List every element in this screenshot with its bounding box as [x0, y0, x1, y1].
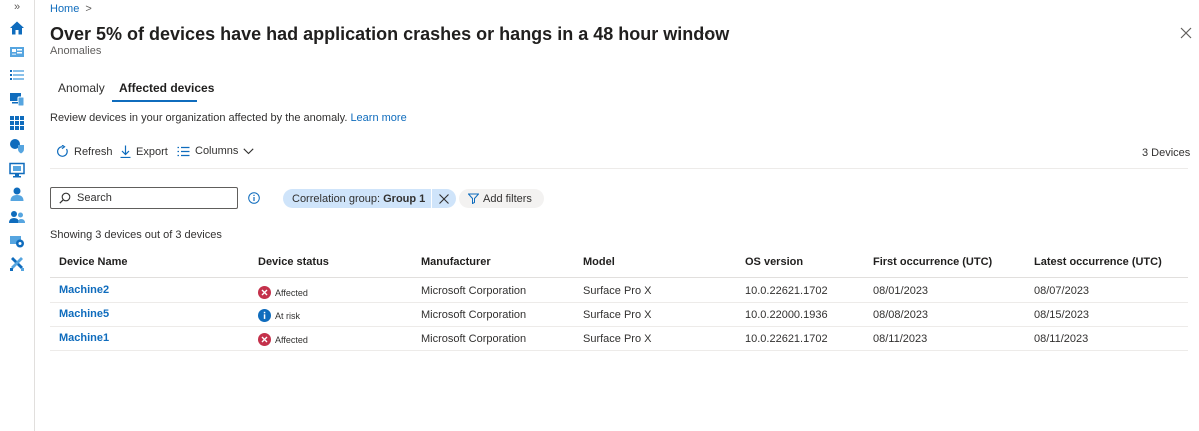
devices-icon[interactable]: [9, 91, 25, 107]
page-title: Over 5% of devices have had application …: [50, 24, 730, 44]
columns-label: Columns: [195, 145, 239, 157]
error-icon: [258, 333, 271, 346]
add-filters-label: Add filters: [483, 192, 532, 205]
os-version-cell: 10.0.22621.1702: [745, 333, 828, 345]
manufacturer-cell: Microsoft Corporation: [421, 285, 527, 297]
security-icon[interactable]: [9, 138, 25, 154]
error-icon: [258, 286, 271, 299]
chevron-down-icon: [243, 147, 254, 154]
home-icon[interactable]: [9, 20, 25, 36]
breadcrumb-separator: >: [85, 3, 92, 15]
latest-occurrence-cell: 08/11/2023: [1034, 333, 1089, 345]
table-header-divider: [50, 277, 1188, 278]
column-header-manufacturer[interactable]: Manufacturer: [421, 256, 491, 268]
device-status-label: At risk: [275, 310, 301, 321]
first-occurrence-cell: 08/11/2023: [873, 333, 928, 345]
remove-filter-icon[interactable]: [431, 189, 456, 208]
latest-occurrence-cell: 08/07/2023: [1034, 285, 1090, 297]
first-occurrence-cell: 08/01/2023: [873, 285, 929, 297]
column-header-device-status[interactable]: Device status: [258, 256, 329, 268]
toolbar-divider: [50, 168, 1188, 169]
info-status-icon: [258, 309, 271, 322]
first-occurrence-cell: 08/08/2023: [873, 309, 929, 321]
device-count: 3 Devices: [1142, 147, 1191, 159]
export-label: Export: [136, 145, 168, 158]
device-status: Affected: [258, 333, 308, 346]
results-summary: Showing 3 devices out of 3 devices: [50, 229, 222, 241]
model-cell: Surface Pro X: [583, 309, 652, 321]
columns-icon: [177, 146, 190, 156]
description: Review devices in your organization affe…: [50, 112, 407, 124]
manufacturer-cell: Microsoft Corporation: [421, 333, 527, 345]
column-header-device-name[interactable]: Device Name: [59, 256, 128, 268]
add-filters-button[interactable]: Add filters: [459, 189, 544, 208]
device-name-link[interactable]: Machine2: [59, 284, 109, 296]
device-status-label: Affected: [275, 287, 308, 298]
dashboard-icon[interactable]: [9, 44, 25, 60]
row-divider: [50, 326, 1188, 327]
filter-pill-label: Correlation group:: [292, 192, 381, 205]
column-header-model[interactable]: Model: [583, 256, 615, 268]
filter-pill-value: Group 1: [383, 192, 426, 205]
troubleshooting-icon[interactable]: [9, 256, 25, 272]
close-icon[interactable]: [1180, 27, 1192, 39]
search-icon: [59, 192, 71, 204]
export-button[interactable]: Export: [120, 145, 168, 158]
refresh-icon: [57, 145, 68, 157]
device-name-link[interactable]: Machine1: [59, 332, 109, 344]
list-icon[interactable]: [9, 67, 25, 83]
breadcrumb-home-link[interactable]: Home: [50, 3, 79, 15]
filter-icon: [468, 193, 479, 204]
os-version-cell: 10.0.22621.1702: [745, 285, 828, 297]
refresh-label: Refresh: [74, 145, 113, 158]
correlation-group-filter-pill[interactable]: Correlation group: Group 1: [283, 189, 457, 208]
row-divider: [50, 302, 1188, 303]
model-cell: Surface Pro X: [583, 285, 652, 297]
os-version-cell: 10.0.22000.1936: [745, 309, 828, 321]
apps-icon[interactable]: [9, 115, 25, 131]
learn-more-link[interactable]: Learn more: [350, 112, 406, 124]
model-cell: Surface Pro X: [583, 333, 652, 345]
manufacturer-cell: Microsoft Corporation: [421, 309, 527, 321]
monitor-icon[interactable]: [9, 162, 25, 178]
column-header-latest-occurrence[interactable]: Latest occurrence (UTC): [1034, 256, 1162, 268]
user-icon[interactable]: [9, 186, 25, 202]
device-status: Affected: [258, 286, 308, 299]
latest-occurrence-cell: 08/15/2023: [1034, 309, 1090, 321]
active-tab-indicator: [112, 100, 197, 102]
refresh-button[interactable]: Refresh: [56, 145, 113, 158]
device-status-label: Affected: [275, 334, 308, 345]
device-name-link[interactable]: Machine5: [59, 308, 109, 320]
tab-affected-devices[interactable]: Affected devices: [119, 81, 214, 95]
left-nav-rail: »: [0, 0, 35, 431]
download-icon: [120, 145, 131, 158]
search-input[interactable]: [77, 192, 227, 204]
search-box[interactable]: [50, 187, 238, 209]
device-status: At risk: [258, 309, 300, 322]
groups-icon[interactable]: [9, 209, 25, 225]
breadcrumb: Home >: [50, 3, 92, 15]
page-subtitle: Anomalies: [50, 45, 102, 57]
info-icon[interactable]: [248, 192, 260, 207]
more-options-button[interactable]: ···: [701, 25, 717, 40]
columns-button[interactable]: Columns: [177, 145, 254, 157]
column-header-first-occurrence[interactable]: First occurrence (UTC): [873, 256, 992, 268]
expand-rail-icon[interactable]: »: [0, 0, 34, 14]
row-divider: [50, 350, 1188, 351]
description-text: Review devices in your organization affe…: [50, 112, 348, 124]
tab-anomaly[interactable]: Anomaly: [58, 81, 105, 95]
tenant-admin-icon[interactable]: [9, 233, 25, 249]
column-header-os-version[interactable]: OS version: [745, 256, 803, 268]
